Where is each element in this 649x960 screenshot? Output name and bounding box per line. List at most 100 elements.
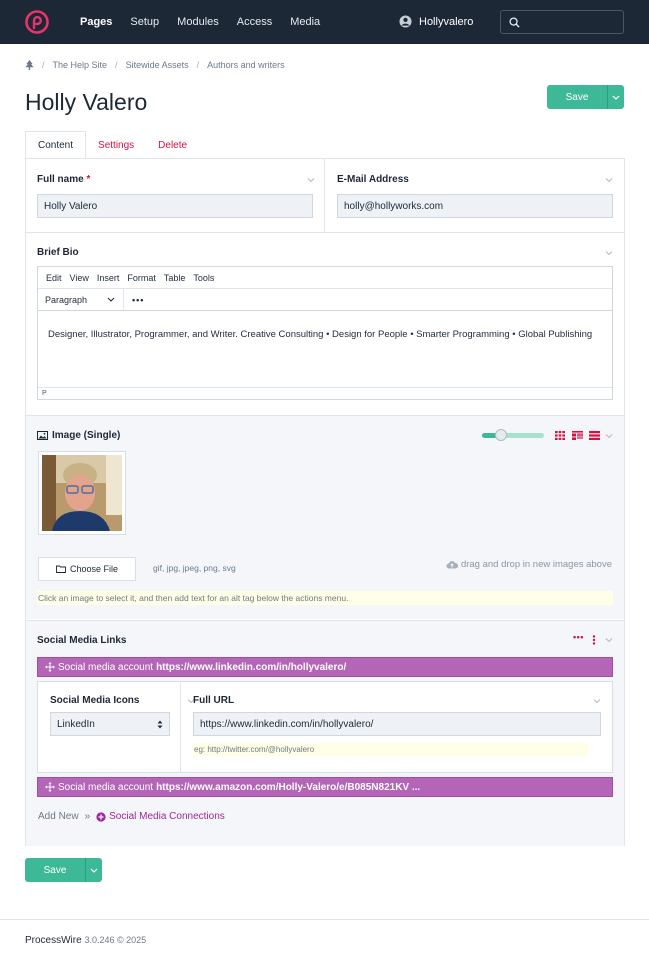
- nav-modules[interactable]: Modules: [177, 16, 219, 28]
- menu-tools[interactable]: Tools: [193, 273, 214, 283]
- collapse-chevron-icon[interactable]: [306, 175, 316, 185]
- save-button-top: Save: [547, 85, 624, 109]
- nav-media[interactable]: Media: [290, 16, 320, 28]
- full-name-label: Full name *: [37, 174, 90, 185]
- footer-divider: [0, 919, 649, 920]
- full-url-label: Full URL: [193, 695, 235, 706]
- repeater-item-header[interactable]: Social media account https://www.amazon.…: [37, 777, 613, 797]
- bio-label: Brief Bio: [37, 247, 79, 258]
- bio-text[interactable]: Designer, Illustrator, Programmer, and W…: [48, 327, 598, 342]
- slider-handle[interactable]: [494, 429, 507, 441]
- tab-content[interactable]: Content: [25, 131, 87, 159]
- collapse-chevron-icon[interactable]: [604, 635, 614, 645]
- list-detail-view-icon[interactable]: [572, 431, 583, 440]
- column-divider: [324, 159, 325, 233]
- add-new-label: Add New: [38, 811, 79, 822]
- save-dropdown-toggle[interactable]: [607, 85, 624, 109]
- block-format-select[interactable]: Paragraph: [38, 289, 124, 310]
- breadcrumb-item[interactable]: Authors and writers: [207, 60, 285, 70]
- choose-file-button[interactable]: Choose File: [38, 557, 136, 581]
- drop-hint-text: drag and drop in new images above: [460, 559, 612, 570]
- breadcrumb-separator: /: [115, 60, 118, 70]
- collapse-chevron-icon[interactable]: [604, 248, 614, 258]
- image-notes: Click an image to select it, and then ad…: [37, 591, 613, 605]
- content-panel: Full name * Holly Valero E-Mail Address …: [25, 158, 625, 846]
- nav-access[interactable]: Access: [237, 16, 272, 28]
- social-icons-label: Social Media Icons: [50, 695, 140, 706]
- block-format-value: Paragraph: [45, 294, 88, 305]
- processwire-logo-icon[interactable]: [25, 10, 49, 34]
- menu-table[interactable]: Table: [164, 273, 186, 283]
- grid-view-icon[interactable]: [555, 431, 565, 440]
- thumbnail-size-slider[interactable]: [482, 429, 544, 441]
- plus-circle-icon: [96, 811, 106, 822]
- move-icon[interactable]: [45, 662, 55, 672]
- menu-format[interactable]: Format: [127, 273, 156, 283]
- tree-icon[interactable]: [25, 60, 34, 70]
- repeater-item-url: https://www.linkedin.com/in/hollyvalero/: [156, 661, 347, 673]
- username: Hollyvalero: [419, 15, 474, 28]
- save-dropdown-toggle[interactable]: [85, 858, 102, 882]
- social-media-label: Social Media Links: [37, 635, 127, 646]
- tab-settings[interactable]: Settings: [86, 131, 146, 159]
- vertical-dots-icon[interactable]: [592, 635, 596, 645]
- cloud-upload-icon: [446, 561, 458, 569]
- column-divider: [180, 682, 181, 772]
- editor-toolbar: Paragraph •••: [38, 289, 612, 311]
- add-new-separator: »: [84, 811, 91, 822]
- allowed-extensions: gif, jpg, jpeg, png, svg: [153, 563, 236, 573]
- main-nav: Pages Setup Modules Access Media: [80, 0, 338, 44]
- collapse-chevron-icon[interactable]: [604, 175, 614, 185]
- image-label: Image (Single): [37, 430, 120, 441]
- social-icon-select[interactable]: LinkedIn: [50, 712, 170, 736]
- repeater-item-body: Social Media Icons LinkedIn Full URL htt…: [37, 681, 613, 773]
- page-title: Holly Valero: [25, 89, 148, 115]
- user-icon: [399, 15, 412, 28]
- chevron-down-icon: [107, 297, 115, 302]
- full-name-label-text: Full name: [37, 174, 84, 185]
- save-button[interactable]: Save: [25, 858, 85, 882]
- nav-setup[interactable]: Setup: [130, 16, 159, 28]
- repeater-item-url: https://www.amazon.com/Holly-Valero/e/B0…: [156, 781, 421, 793]
- more-tools-button[interactable]: •••: [124, 295, 144, 305]
- add-social-connection-link[interactable]: Social Media Connections: [96, 811, 225, 822]
- profile-photo[interactable]: [42, 455, 122, 531]
- email-input[interactable]: holly@hollyworks.com: [337, 194, 613, 218]
- collapse-chevron-icon[interactable]: [592, 696, 602, 706]
- add-social-connection-text: Social Media Connections: [109, 811, 225, 822]
- user-menu[interactable]: Hollyvalero: [399, 15, 473, 28]
- tab-bar: Content Settings Delete: [25, 131, 199, 159]
- footer-brand: ProcessWire: [25, 935, 82, 946]
- repeater-more-button[interactable]: •••: [573, 632, 584, 642]
- save-button-bottom: Save: [25, 858, 102, 882]
- folder-icon: [56, 565, 66, 573]
- menu-insert[interactable]: Insert: [97, 273, 120, 283]
- full-name-input[interactable]: Holly Valero: [37, 194, 313, 218]
- save-button[interactable]: Save: [547, 85, 607, 109]
- collapse-chevron-icon[interactable]: [604, 431, 614, 441]
- image-thumbnail[interactable]: [38, 451, 126, 535]
- footer: ProcessWire 3.0.246 © 2025: [25, 935, 146, 946]
- full-url-input[interactable]: https://www.linkedin.com/in/hollyvalero/: [193, 712, 601, 736]
- breadcrumb-item[interactable]: The Help Site: [53, 60, 108, 70]
- tab-delete[interactable]: Delete: [146, 131, 199, 159]
- social-icon-select-value: LinkedIn: [57, 718, 95, 730]
- chevron-down-icon: [90, 868, 98, 873]
- breadcrumb-separator: /: [196, 60, 200, 70]
- add-new-row: Add New » Social Media Connections: [38, 811, 225, 822]
- move-icon[interactable]: [45, 782, 55, 792]
- repeater-item-header[interactable]: Social media account https://www.linkedi…: [37, 657, 613, 677]
- menu-edit[interactable]: Edit: [46, 273, 62, 283]
- list-view-icon[interactable]: [589, 431, 600, 440]
- search-input[interactable]: [500, 10, 624, 34]
- nav-pages[interactable]: Pages: [80, 16, 112, 28]
- choose-file-label: Choose File: [69, 564, 119, 574]
- footer-version: 3.0.246 © 2025: [84, 935, 147, 945]
- menu-view[interactable]: View: [70, 273, 89, 283]
- full-url-hint: eg: http://twitter.com/@hollyvalero: [193, 743, 588, 756]
- search-icon: [509, 17, 520, 28]
- chevron-down-icon: [612, 95, 620, 100]
- repeater-item-prefix: Social media account: [58, 661, 154, 673]
- breadcrumb-item[interactable]: Sitewide Assets: [126, 60, 189, 70]
- social-media-field: Social Media Links ••• Social media acco…: [26, 620, 624, 846]
